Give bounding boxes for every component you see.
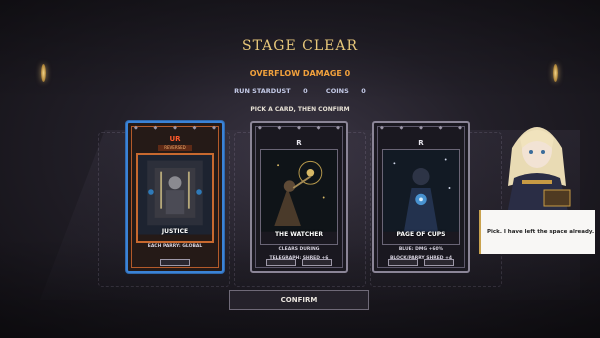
card-page-of-cups[interactable]: ◆ ◆ ◆ ◆ ◆ R PAGE OF CUPS BLUE: DMG +60% BLOC… [372,121,470,273]
character-portrait [506,127,571,220]
card-art: PAGE OF CUPS [382,149,460,245]
overflow-damage: OVERFLOW DAMAGE 0 [0,69,600,78]
card-name: JUSTICE [161,228,189,235]
card-corner-ornament-icon: ◆ ◆ ◆ ◆ ◆ [134,125,216,131]
card-art: JUSTICE [136,153,214,243]
card-state-badge: REVERSED [158,145,192,151]
card-rarity: R [296,139,302,147]
overflow-damage-value: 0 [344,69,351,78]
run-stats: RUN STARDUST 0 COINS 0 [0,87,600,95]
card-rarity: R [418,139,424,147]
run-stardust: RUN STARDUST 0 [234,87,308,95]
justice-art [138,155,212,235]
page-of-cups-art [383,150,459,232]
card-actions [142,259,208,266]
card-description: CLEARS DURING [278,247,320,252]
card-detail-button[interactable] [424,259,454,266]
card-rarity: UR [169,135,181,143]
watcher-art [261,150,337,232]
card-description: BLUE: DMG +60% [398,247,444,252]
card-corner-ornament-icon: ◆ ◆ ◆ ◆ ◆ [258,125,340,131]
stage-clear-title: STAGE CLEAR [241,38,358,54]
card-name: THE WATCHER [274,231,324,238]
card-the-watcher[interactable]: ◆ ◆ ◆ ◆ ◆ R THE WATCHER CLEARS DURING TELEGR… [250,121,348,273]
card-description: EACH PARRY: GLOBAL [147,244,203,249]
card-justice[interactable]: ◆ ◆ ◆ ◆ ◆ UR REVERSED JUSTICE EACH PARRY: GL… [126,121,224,273]
card-detail-button[interactable] [266,259,296,266]
card-actions [266,259,332,266]
card-actions [388,259,454,266]
card-detail-button[interactable] [302,259,332,266]
overflow-damage-label: OVERFLOW DAMAGE [249,69,342,78]
confirm-button[interactable]: CONFIRM [229,290,369,310]
card-art: THE WATCHER [260,149,338,245]
dialogue-bubble: Pick. I have left the space already. [479,210,595,254]
coins: COINS 0 [325,87,366,95]
card-name: PAGE OF CUPS [396,231,446,238]
card-corner-ornament-icon: ◆ ◆ ◆ ◆ ◆ [380,125,462,131]
card-detail-button[interactable] [388,259,418,266]
card-detail-button[interactable] [160,259,190,266]
